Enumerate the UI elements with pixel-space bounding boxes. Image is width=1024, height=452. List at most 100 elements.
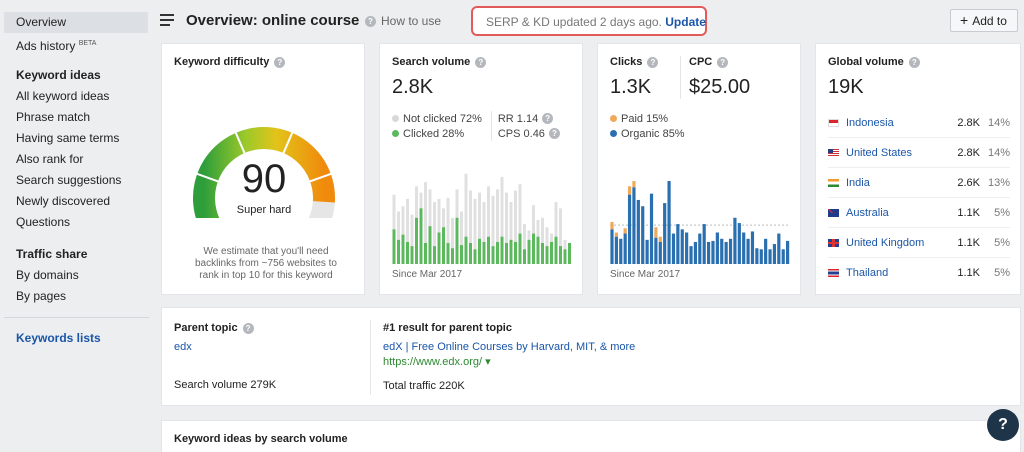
bar-clicked — [415, 217, 418, 264]
bar-clicked — [532, 233, 535, 264]
bar-clicked — [545, 246, 549, 264]
sidebar: Overview Ads history BETA Keyword ideas … — [0, 0, 155, 452]
result-link[interactable]: edX | Free Online Courses by Harvard, MI… — [383, 341, 635, 353]
bar-organic — [759, 249, 763, 264]
legend-organic: Organic 85% — [610, 126, 788, 141]
clicks-card: Clicks ? 1.3K CPC ? $25.00 Paid 15% Orga… — [597, 43, 801, 295]
bar-organic — [768, 249, 772, 264]
bar-organic — [685, 232, 689, 264]
bar-organic — [706, 241, 711, 264]
bar-organic — [737, 223, 741, 264]
bar-clicked — [482, 241, 486, 264]
sidebar-item-by-domains[interactable]: By domains — [4, 265, 148, 286]
bar-clicked — [505, 243, 508, 264]
table-row: India 2.6K 13% — [828, 168, 1010, 198]
info-icon[interactable]: ? — [908, 56, 920, 68]
bar-organic — [786, 240, 790, 264]
add-to-button[interactable]: + Add to — [950, 9, 1018, 32]
card-title: Parent topic ? — [174, 322, 354, 334]
sidebar-item-all-keyword-ideas[interactable]: All keyword ideas — [4, 86, 148, 107]
sidebar-item-having-same-terms[interactable]: Having same terms — [4, 128, 148, 149]
info-icon[interactable]: ? — [542, 113, 554, 124]
bar-organic — [614, 236, 618, 264]
how-to-use-link[interactable]: ? How to use — [365, 14, 441, 28]
legend-paid: Paid 15% — [610, 111, 788, 126]
flag-australia-icon — [828, 208, 839, 217]
table-row: Indonesia 2.8K 14% — [828, 108, 1010, 138]
legend-dot — [392, 130, 399, 137]
update-notice: SERP & KD updated 2 days ago. Update — [471, 6, 707, 36]
country-link[interactable]: United Kingdom — [846, 237, 940, 249]
caret-down-icon[interactable]: ▾ — [485, 356, 491, 368]
bar-clicked — [392, 229, 396, 264]
bar-organic — [724, 241, 728, 264]
clicks-value: 1.3K — [610, 76, 652, 98]
legend-not-clicked: Not clicked 72% — [392, 111, 491, 126]
bar-organic — [720, 238, 724, 264]
bar-clicked — [460, 245, 463, 264]
flag-india-icon — [828, 178, 839, 187]
bar-clicked — [451, 248, 454, 264]
sv-since: Since Mar 2017 — [392, 269, 463, 280]
sidebar-item-overview[interactable]: Overview — [4, 12, 148, 33]
bar-clicked — [491, 246, 495, 264]
menu-icon[interactable] — [160, 14, 174, 29]
cpc-value: $25.00 — [689, 76, 751, 98]
sidebar-item-also-rank-for[interactable]: Also rank for — [4, 149, 148, 170]
total-traffic: Total traffic 220K — [383, 380, 465, 392]
bar-organic — [711, 240, 715, 264]
bar-organic — [676, 224, 680, 264]
bar-organic — [658, 241, 662, 264]
bar-clicked — [455, 217, 459, 264]
country-pct: 14% — [987, 116, 1010, 129]
bar-clicked — [464, 236, 468, 264]
info-icon[interactable]: ? — [475, 56, 487, 68]
bar-clicked — [401, 234, 405, 264]
country-link[interactable]: Thailand — [846, 267, 940, 279]
section-heading-keyword-ideas: Keyword ideas — [16, 68, 101, 82]
legend-dot — [392, 115, 399, 122]
info-icon[interactable]: ? — [274, 56, 286, 68]
sidebar-item-by-pages[interactable]: By pages — [4, 286, 148, 307]
page-title: Overview: online course — [186, 12, 360, 29]
sidebar-divider — [4, 317, 149, 318]
result-url[interactable]: https://www.edx.org/ — [383, 356, 482, 368]
sidebar-item-keywords-lists[interactable]: Keywords lists — [4, 328, 155, 349]
bar-clicked — [478, 238, 481, 264]
bar-clicked — [469, 243, 472, 264]
sidebar-item-search-suggestions[interactable]: Search suggestions — [4, 170, 148, 191]
info-icon[interactable]: ? — [548, 128, 560, 139]
country-pct: 5% — [994, 267, 1010, 279]
sidebar-item-questions[interactable]: Questions — [4, 212, 148, 233]
sidebar-item-newly-discovered[interactable]: Newly discovered — [4, 191, 148, 212]
parent-topic-link[interactable]: edx — [174, 341, 192, 353]
bar-organic — [772, 244, 777, 264]
table-row: Thailand 1.1K 5% — [828, 258, 1010, 288]
country-pct: 13% — [987, 176, 1010, 189]
bar-organic — [627, 194, 632, 264]
plus-icon: + — [960, 12, 969, 28]
bar-clicked — [410, 246, 414, 264]
country-link[interactable]: India — [846, 177, 940, 189]
country-link[interactable]: United States — [846, 147, 940, 159]
cpc-title: CPC — [689, 56, 713, 68]
question-icon: ? — [365, 15, 376, 27]
bar-organic — [654, 237, 658, 264]
sidebar-item-phrase-match[interactable]: Phrase match — [4, 107, 148, 128]
country-volume: 1.1K — [957, 267, 980, 279]
info-icon[interactable]: ? — [717, 56, 729, 68]
country-link[interactable]: Australia — [846, 207, 940, 219]
legend-label: Organic 85% — [621, 127, 685, 140]
add-to-label: Add to — [972, 14, 1007, 28]
sidebar-item-ads-history[interactable]: Ads history BETA — [4, 33, 148, 54]
bar-clicked — [523, 249, 526, 264]
update-link[interactable]: Update — [665, 15, 706, 29]
help-button[interactable]: ? — [987, 409, 1019, 441]
bar-paid — [658, 236, 662, 242]
bar-clicked — [554, 236, 558, 264]
bar-paid — [627, 186, 632, 195]
info-icon[interactable]: ? — [242, 322, 254, 334]
country-link[interactable]: Indonesia — [846, 117, 940, 129]
info-icon[interactable]: ? — [647, 56, 659, 68]
kd-description: We estimate that you'll need backlinks f… — [194, 246, 337, 281]
